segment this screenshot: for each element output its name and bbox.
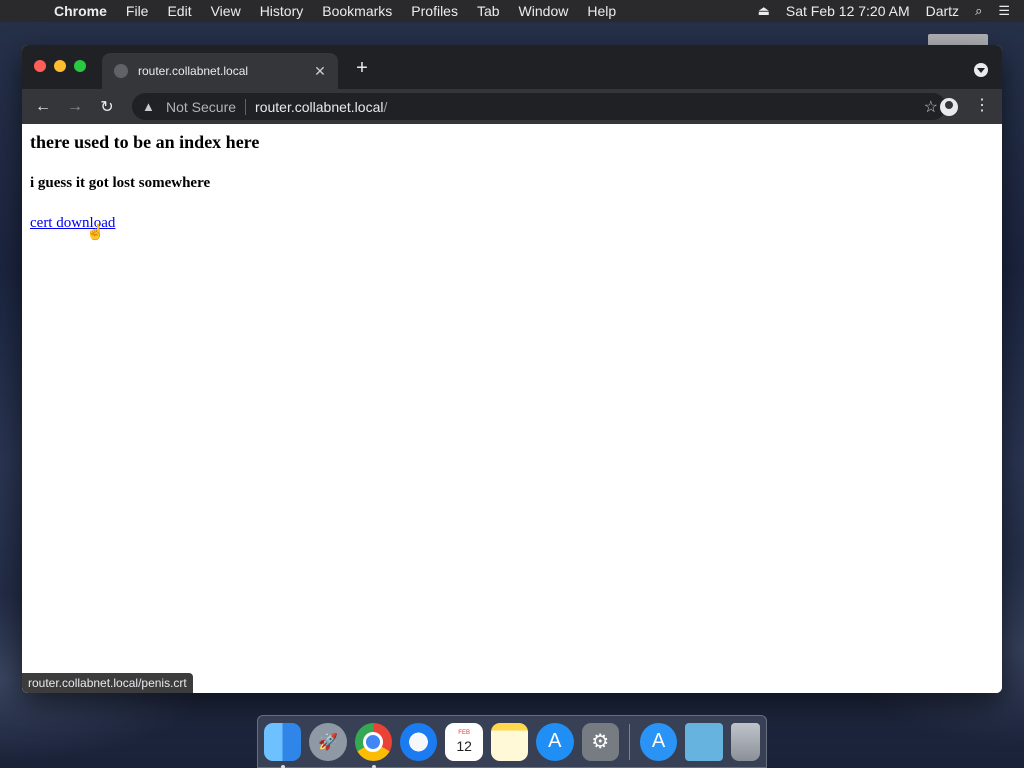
reload-icon[interactable]: ↻ xyxy=(96,97,118,117)
trash-icon[interactable] xyxy=(730,722,761,761)
tab-search-chevron-icon[interactable] xyxy=(974,63,988,77)
more-menu-icon[interactable]: ⋮ xyxy=(974,95,990,115)
menu-view[interactable]: View xyxy=(211,3,241,19)
calendar-icon[interactable]: FEB 12 xyxy=(445,722,483,761)
menu-profiles[interactable]: Profiles xyxy=(411,3,458,19)
menu-history[interactable]: History xyxy=(260,3,304,19)
finder-icon[interactable] xyxy=(264,722,302,768)
menu-tab[interactable]: Tab xyxy=(477,3,500,19)
running-indicator xyxy=(371,764,376,768)
warning-triangle-icon[interactable]: ▲ xyxy=(142,99,158,114)
tab-strip: router.collabnet.local ✕ + xyxy=(22,45,1002,89)
back-arrow-icon[interactable]: ← xyxy=(32,98,54,116)
chrome-window: router.collabnet.local ✕ + ← → ↻ ▲ Not S… xyxy=(22,45,1002,693)
url-host[interactable]: router.collabnet.local xyxy=(255,99,383,115)
close-tab-icon[interactable]: ✕ xyxy=(310,63,330,80)
calendar-day: 12 xyxy=(456,737,472,754)
menu-edit[interactable]: Edit xyxy=(167,3,191,19)
downloads-folder-icon[interactable] xyxy=(685,722,723,761)
menu-extras: ⏏ Sat Feb 12 7:20 AM Dartz ⌕ ☰ xyxy=(758,0,1010,22)
eject-icon[interactable]: ⏏ xyxy=(758,3,770,19)
spotlight-search-icon[interactable]: ⌕ xyxy=(975,3,982,19)
notification-center-icon[interactable]: ☰ xyxy=(998,3,1010,19)
hand-pointer-cursor-icon: ☝ xyxy=(86,224,105,241)
menu-window[interactable]: Window xyxy=(519,3,569,19)
menu-user[interactable]: Dartz xyxy=(926,3,959,19)
profile-avatar-icon[interactable] xyxy=(940,98,958,116)
menu-bar: Chrome File Edit View History Bookmarks … xyxy=(0,0,1024,22)
menu-app-chrome[interactable]: Chrome xyxy=(54,3,107,19)
status-bar-url: router.collabnet.local/penis.crt xyxy=(22,673,193,693)
app-store-icon[interactable]: A xyxy=(536,722,574,761)
menu-help[interactable]: Help xyxy=(587,3,616,19)
page-heading: there used to be an index here xyxy=(30,132,260,152)
page-subheading: i guess it got lost somewhere xyxy=(30,175,211,191)
running-indicator xyxy=(281,764,285,768)
launchpad-rocket-icon[interactable]: 🚀 xyxy=(309,722,347,761)
new-tab-plus-icon[interactable]: + xyxy=(352,57,372,80)
fullscreen-window-button[interactable] xyxy=(74,60,86,72)
minimize-window-button[interactable] xyxy=(54,60,66,72)
calendar-month: FEB xyxy=(458,729,470,736)
app-store-installer-icon[interactable]: A xyxy=(639,722,678,761)
browser-toolbar: ← → ↻ ▲ Not Secure router.collabnet.loca… xyxy=(22,89,1002,124)
menu-clock[interactable]: Sat Feb 12 7:20 AM xyxy=(786,3,910,19)
notes-icon[interactable] xyxy=(490,722,529,761)
omnibox-divider xyxy=(245,98,247,115)
chrome-icon[interactable] xyxy=(354,722,393,768)
url-path[interactable]: / xyxy=(383,99,387,115)
system-preferences-gear-icon[interactable]: ⚙ xyxy=(581,722,619,761)
forward-arrow-icon[interactable]: → xyxy=(64,98,86,116)
bookmark-star-icon[interactable]: ☆ xyxy=(924,97,938,117)
tab-title: router.collabnet.local xyxy=(138,64,249,78)
address-bar[interactable]: ▲ Not Secure router.collabnet.local / ☆ xyxy=(132,93,946,120)
safari-compass-icon[interactable] xyxy=(400,722,438,761)
globe-icon xyxy=(114,64,128,78)
page-content: there used to be an index here i guess i… xyxy=(22,124,1002,693)
close-window-button[interactable] xyxy=(34,60,46,72)
menu-bookmarks[interactable]: Bookmarks xyxy=(322,3,392,19)
dock-divider xyxy=(628,723,630,760)
window-controls xyxy=(34,60,86,72)
tab-active[interactable]: router.collabnet.local ✕ xyxy=(102,53,338,89)
menu-file[interactable]: File xyxy=(126,3,149,19)
security-indicator[interactable]: Not Secure xyxy=(166,99,236,115)
dock: 🚀 FEB 12 A ⚙ A xyxy=(257,715,767,768)
